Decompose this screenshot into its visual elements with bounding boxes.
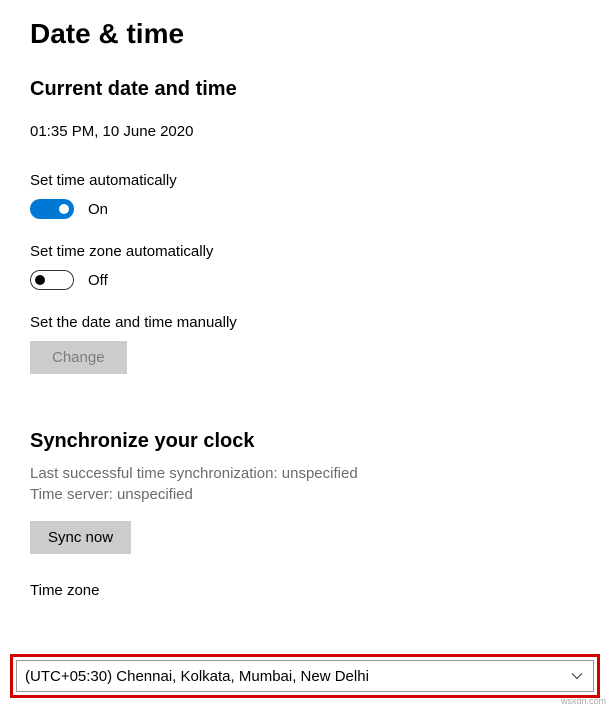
watermark: wsxdn.com xyxy=(561,696,606,706)
auto-zone-toggle[interactable] xyxy=(30,270,74,290)
auto-zone-state: Off xyxy=(88,272,108,289)
change-button: Change xyxy=(30,341,127,374)
toggle-thumb-icon xyxy=(59,204,69,214)
manual-datetime-label: Set the date and time manually xyxy=(30,314,580,331)
timezone-dropdown[interactable]: (UTC+05:30) Chennai, Kolkata, Mumbai, Ne… xyxy=(16,660,594,692)
auto-time-state: On xyxy=(88,201,108,218)
sync-last-success: Last successful time synchronization: un… xyxy=(30,463,580,484)
chevron-down-icon xyxy=(571,670,583,682)
sync-time-server: Time server: unspecified xyxy=(30,484,580,505)
sync-heading: Synchronize your clock xyxy=(30,430,580,453)
timezone-selected-value: (UTC+05:30) Chennai, Kolkata, Mumbai, Ne… xyxy=(25,668,369,685)
auto-time-label: Set time automatically xyxy=(30,172,580,189)
timezone-label: Time zone xyxy=(30,582,580,599)
page-title: Date & time xyxy=(30,18,580,50)
current-datetime-value: 01:35 PM, 10 June 2020 xyxy=(30,123,580,140)
current-datetime-heading: Current date and time xyxy=(30,78,580,101)
timezone-highlight-box: (UTC+05:30) Chennai, Kolkata, Mumbai, Ne… xyxy=(10,654,600,698)
auto-time-toggle[interactable] xyxy=(30,199,74,219)
auto-zone-label: Set time zone automatically xyxy=(30,243,580,260)
toggle-thumb-icon xyxy=(35,275,45,285)
sync-now-button[interactable]: Sync now xyxy=(30,521,131,554)
